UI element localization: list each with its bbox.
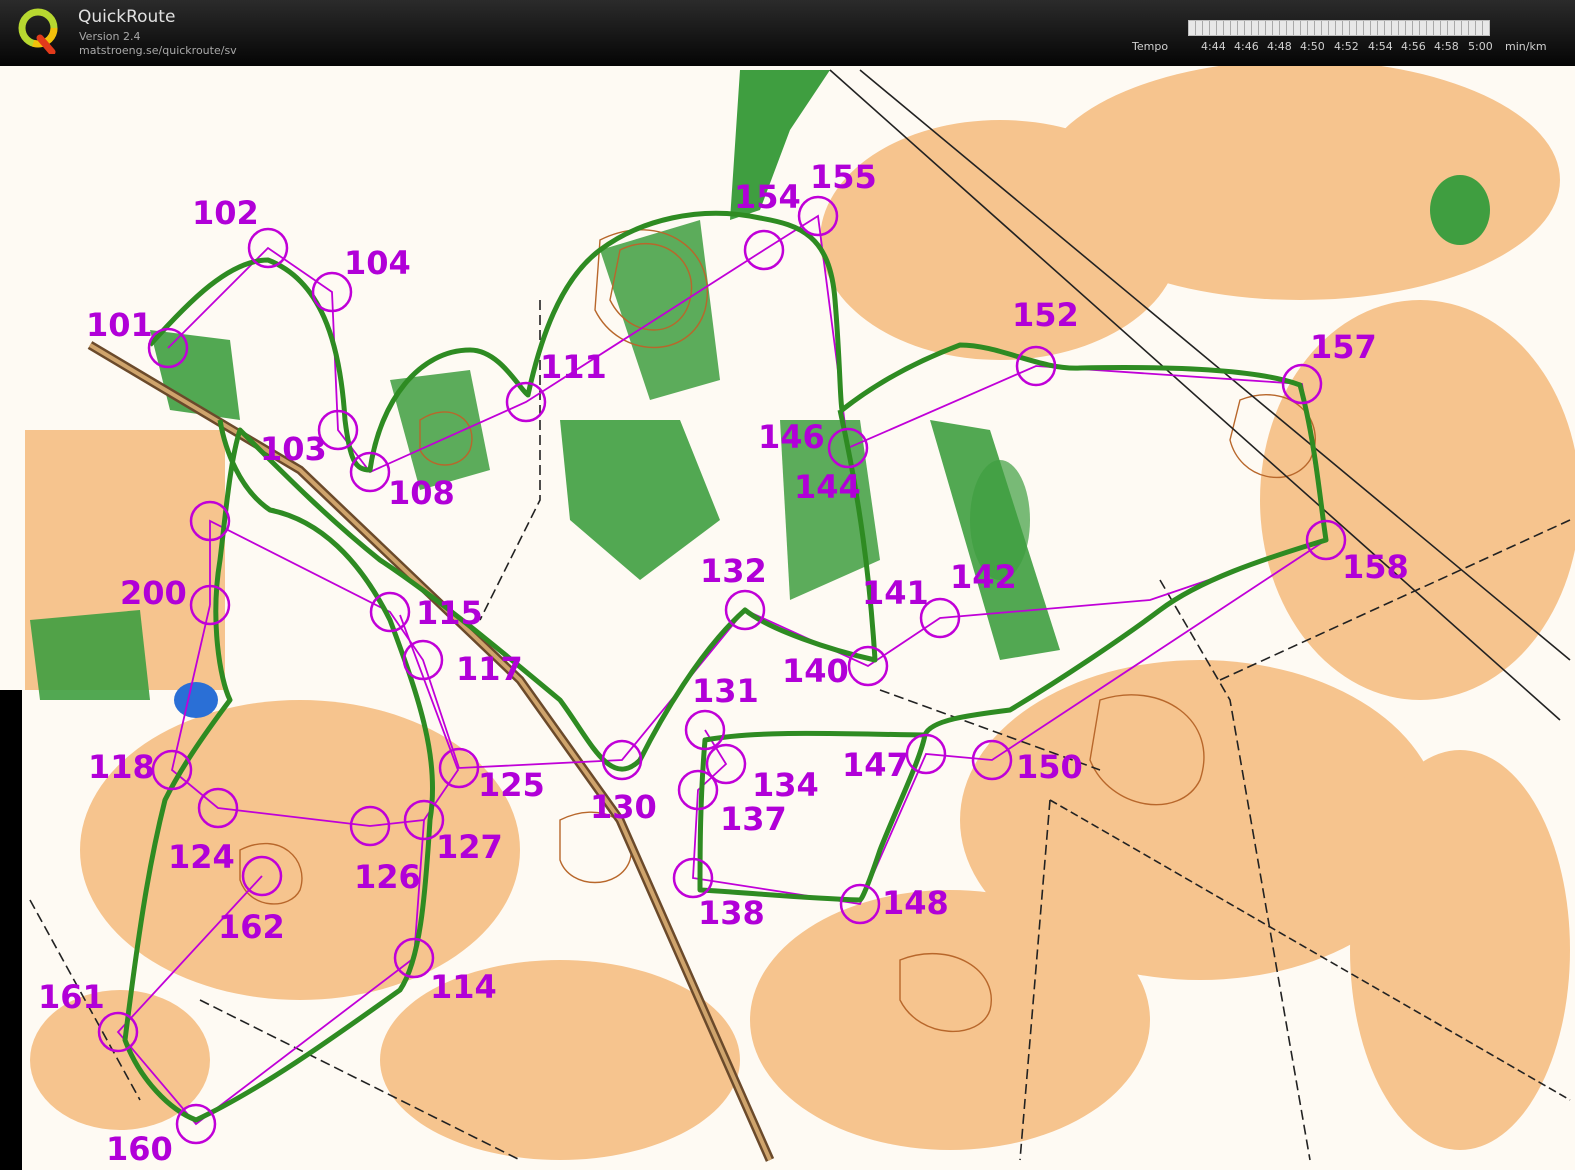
quickroute-logo-icon xyxy=(18,8,58,54)
tempo-tick: 4:48 xyxy=(1267,40,1292,53)
control-label-138: 138 xyxy=(698,894,765,932)
tempo-tick: 4:50 xyxy=(1300,40,1325,53)
tempo-tick: 4:44 xyxy=(1201,40,1226,53)
tempo-unit: min/km xyxy=(1505,40,1547,53)
tempo-tick: 4:56 xyxy=(1401,40,1426,53)
control-label-150: 150 xyxy=(1016,748,1083,786)
control-label-146: 146 xyxy=(758,418,825,456)
tempo-tick: 4:54 xyxy=(1368,40,1393,53)
control-label-101: 101 xyxy=(86,306,153,344)
control-label-132: 132 xyxy=(700,552,767,590)
tempo-tick: 5:00 xyxy=(1468,40,1493,53)
control-label-140: 140 xyxy=(782,652,849,690)
control-label-126: 126 xyxy=(354,858,421,896)
control-label-102: 102 xyxy=(192,194,259,232)
app-url[interactable]: matstroeng.se/quickroute/sv xyxy=(79,44,237,57)
tempo-color-scale xyxy=(1188,20,1490,36)
control-label-144: 144 xyxy=(794,468,861,506)
control-label-134: 134 xyxy=(752,766,819,804)
app-title: QuickRoute xyxy=(78,7,176,27)
tempo-tick: 4:46 xyxy=(1234,40,1259,53)
app-version: Version 2.4 xyxy=(79,30,141,43)
control-label-125: 125 xyxy=(478,766,545,804)
control-label-141: 141 xyxy=(862,574,929,612)
control-label-127: 127 xyxy=(436,828,503,866)
control-label-155: 155 xyxy=(810,158,877,196)
control-label-103: 103 xyxy=(260,430,327,468)
control-label-117: 117 xyxy=(456,650,523,688)
control-label-157: 157 xyxy=(1310,328,1377,366)
tempo-tick: 4:58 xyxy=(1434,40,1459,53)
control-label-200: 200 xyxy=(120,574,187,612)
control-label-131: 131 xyxy=(692,672,759,710)
control-label-162: 162 xyxy=(218,908,285,946)
control-label-160: 160 xyxy=(106,1130,173,1168)
tempo-label: Tempo xyxy=(1132,40,1169,53)
control-label-104: 104 xyxy=(344,244,411,282)
control-label-130: 130 xyxy=(590,788,657,826)
control-label-161: 161 xyxy=(38,978,105,1016)
control-label-118: 118 xyxy=(88,748,155,786)
control-label-154: 154 xyxy=(734,178,801,216)
control-label-108: 108 xyxy=(388,474,455,512)
control-label-148: 148 xyxy=(882,884,949,922)
orienteering-map[interactable]: 101 102 103 104 108 111 114 115 117 118 … xyxy=(0,66,1575,1170)
control-label-147: 147 xyxy=(842,746,909,784)
lake xyxy=(174,682,218,718)
map-edge-shadow xyxy=(0,690,22,1170)
control-label-158: 158 xyxy=(1342,548,1409,586)
control-label-152: 152 xyxy=(1012,296,1079,334)
control-label-142: 142 xyxy=(950,558,1017,596)
control-label-111: 111 xyxy=(540,348,607,386)
control-label-114: 114 xyxy=(430,968,497,1006)
title-bar: QuickRoute Version 2.4 matstroeng.se/qui… xyxy=(0,0,1575,66)
control-label-115: 115 xyxy=(416,594,483,632)
tempo-tick: 4:52 xyxy=(1334,40,1359,53)
control-label-124: 124 xyxy=(168,838,235,876)
control-label-137: 137 xyxy=(720,800,787,838)
